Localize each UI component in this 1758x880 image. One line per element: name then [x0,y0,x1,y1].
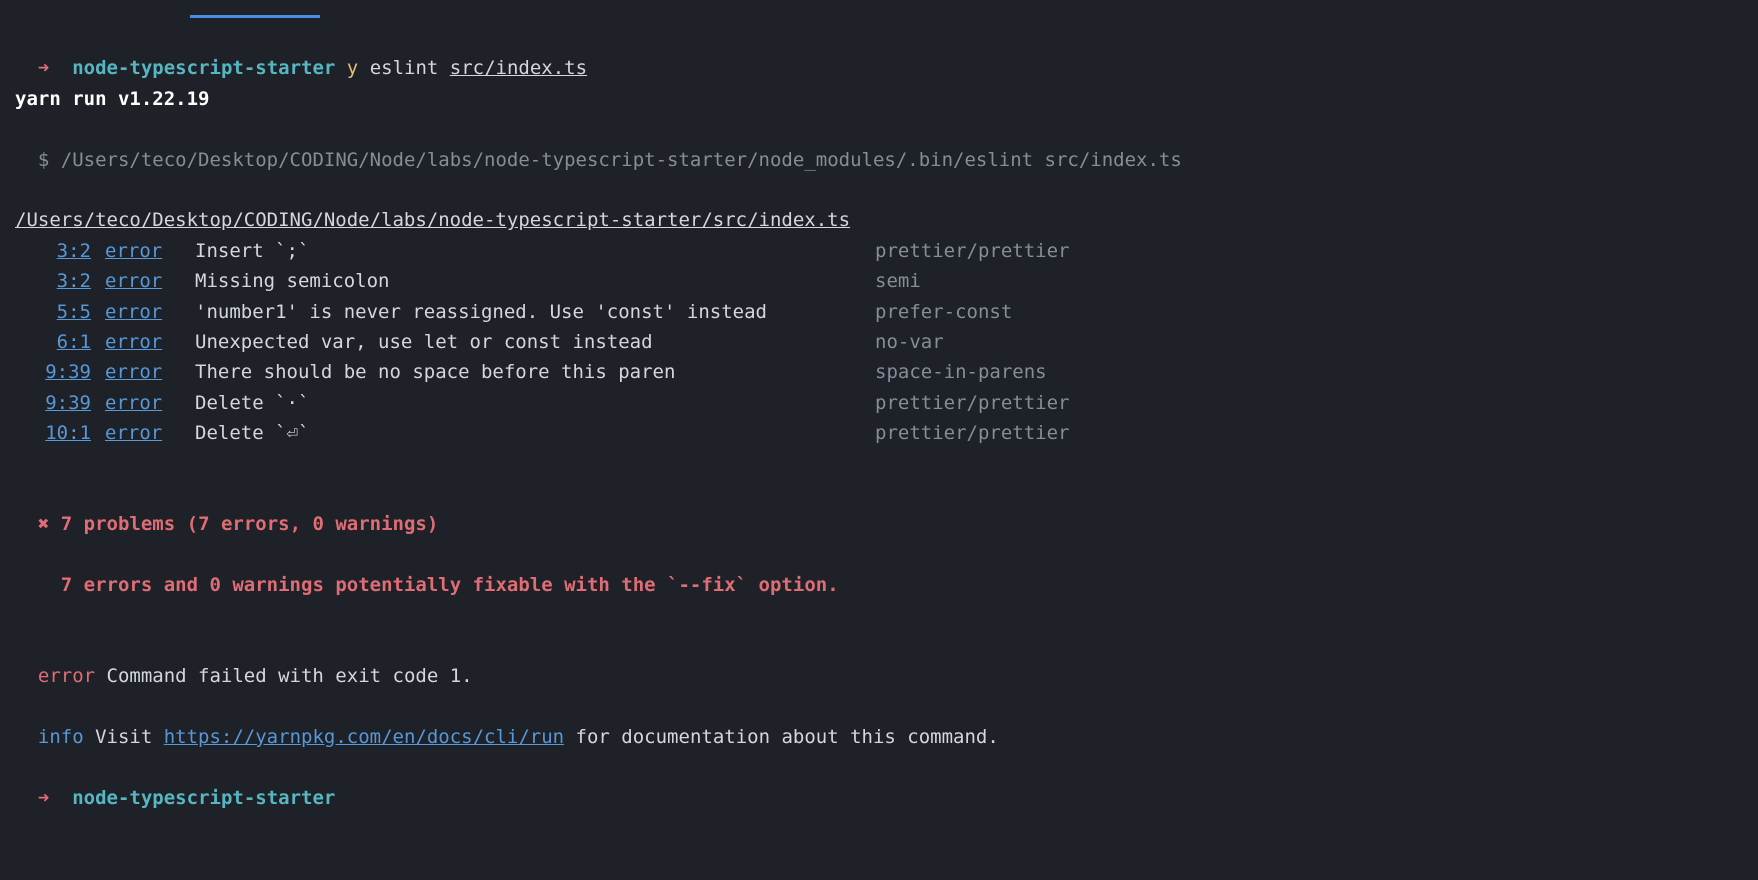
lint-level: error [105,236,195,266]
yarn-version: yarn run v1.22.19 [15,84,1743,114]
summary-line-1: ✖ 7 problems (7 errors, 0 warnings) [15,479,1743,540]
prompt-line-1: ➜ node-typescript-starter y eslint src/i… [15,23,1743,84]
error-exit-line: error Command failed with exit code 1. [15,631,1743,692]
lint-message: There should be no space before this par… [195,357,875,387]
exec-prefix: $ [38,149,61,171]
lint-level: error [105,418,195,448]
lint-row: 9:39errorDelete `·`prettier/prettier [15,388,1743,418]
command-prefix: y [347,57,358,79]
blank-line [15,600,1743,630]
lint-message: 'number1' is never reassigned. Use 'cons… [195,297,875,327]
blank-line [15,448,1743,478]
lint-location[interactable]: 3:2 [15,236,105,266]
lint-level: error [105,388,195,418]
error-x-icon: ✖ [38,513,49,535]
lint-message: Unexpected var, use let or const instead [195,327,875,357]
lint-message: Insert `;` [195,236,875,266]
lint-row: 5:5error'number1' is never reassigned. U… [15,297,1743,327]
lint-level: error [105,357,195,387]
lint-row: 3:2errorMissing semicolonsemi [15,266,1743,296]
exec-path: /Users/teco/Desktop/CODING/Node/labs/nod… [61,149,1182,171]
tab-active-indicator [190,15,320,18]
lint-row: 3:2errorInsert `;`prettier/prettier [15,236,1743,266]
info-prefix: Visit [84,726,164,748]
command-arg: src/index.ts [450,57,587,79]
lint-message: Delete `·` [195,388,875,418]
lint-level: error [105,327,195,357]
prompt-line-2[interactable]: ➜ node-typescript-starter [15,752,1743,813]
lint-row: 10:1errorDelete `⏎`prettier/prettier [15,418,1743,448]
exec-line: $ /Users/teco/Desktop/CODING/Node/labs/n… [15,114,1743,175]
project-name: node-typescript-starter [72,787,335,809]
summary-problems: 7 problems (7 errors, 0 warnings) [61,513,439,535]
summary-line-2: 7 errors and 0 warnings potentially fixa… [15,540,1743,601]
lint-rule: prettier/prettier [875,236,1069,266]
info-url-link[interactable]: https://yarnpkg.com/en/docs/cli/run [164,726,564,748]
lint-location[interactable]: 9:39 [15,388,105,418]
lint-rule: semi [875,266,921,296]
lint-location[interactable]: 6:1 [15,327,105,357]
lint-rule: prettier/prettier [875,388,1069,418]
lint-location[interactable]: 3:2 [15,266,105,296]
lint-rule: space-in-parens [875,357,1047,387]
file-path-heading: /Users/teco/Desktop/CODING/Node/labs/nod… [15,205,1743,235]
info-suffix: for documentation about this command. [564,726,999,748]
lint-rule: prefer-const [875,297,1012,327]
lint-message: Missing semicolon [195,266,875,296]
lint-message: Delete `⏎` [195,418,875,448]
prompt-arrow-icon: ➜ [38,57,49,79]
lint-location[interactable]: 5:5 [15,297,105,327]
lint-row: 6:1errorUnexpected var, use let or const… [15,327,1743,357]
prompt-arrow-icon: ➜ [38,787,49,809]
command-name: eslint [370,57,439,79]
error-label: error [38,665,95,687]
lint-level: error [105,297,195,327]
blank-line [15,175,1743,205]
info-line: info Visit https://yarnpkg.com/en/docs/c… [15,692,1743,753]
lint-rule: no-var [875,327,944,357]
summary-fixable: 7 errors and 0 warnings potentially fixa… [61,574,839,596]
lint-rule: prettier/prettier [875,418,1069,448]
project-name: node-typescript-starter [72,57,335,79]
error-message: Command failed with exit code 1. [95,665,473,687]
info-label: info [38,726,84,748]
lint-location[interactable]: 9:39 [15,357,105,387]
lint-errors-list: 3:2errorInsert `;`prettier/prettier3:2er… [15,236,1743,449]
lint-row: 9:39errorThere should be no space before… [15,357,1743,387]
lint-level: error [105,266,195,296]
lint-location[interactable]: 10:1 [15,418,105,448]
